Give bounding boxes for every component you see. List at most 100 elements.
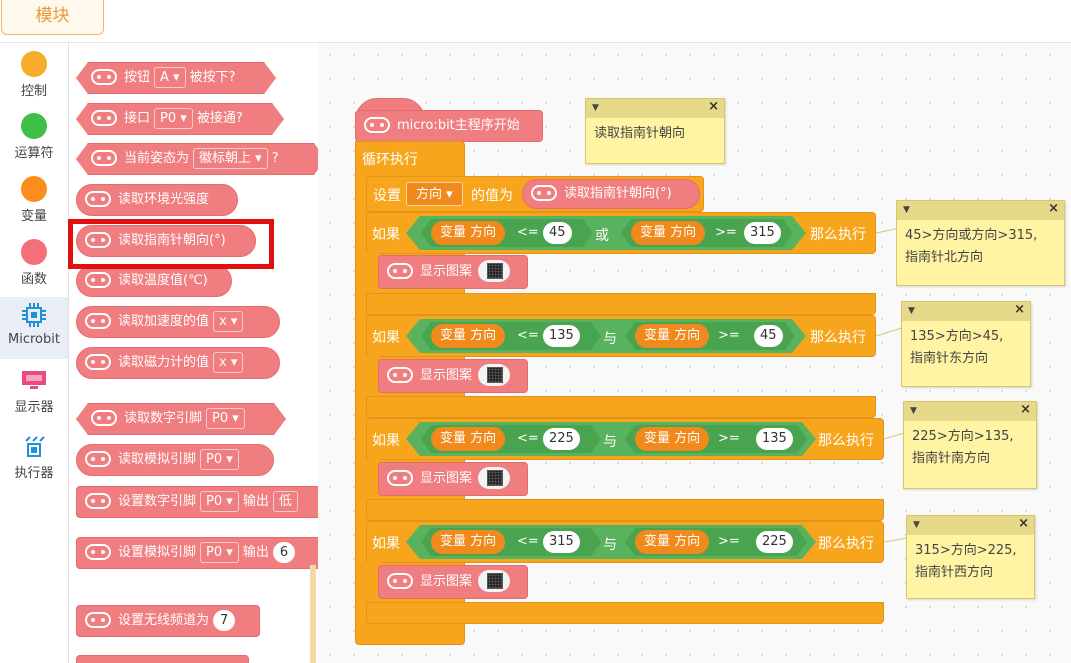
category-functions[interactable]: 函数 bbox=[0, 239, 68, 295]
comment-note[interactable]: ▼ × 读取指南针朝向 bbox=[585, 98, 725, 164]
collapse-icon[interactable]: ▼ bbox=[903, 205, 910, 215]
close-icon[interactable]: × bbox=[1014, 302, 1025, 317]
comment-note[interactable]: ▼ × 135>方向>45, 指南针东方向 bbox=[901, 301, 1031, 387]
block-acceleration[interactable]: 读取加速度的值 x ▾ bbox=[76, 306, 280, 338]
block-text: 读取加速度的值 bbox=[118, 314, 210, 329]
dropdown-value: 徽标朝上 bbox=[199, 151, 252, 166]
block-text: 设置无线频道为 bbox=[118, 613, 210, 628]
category-microbit[interactable]: Microbit bbox=[0, 297, 68, 359]
category-label: Microbit bbox=[8, 332, 60, 347]
microbit-icon bbox=[91, 69, 117, 85]
block-text: ? bbox=[271, 151, 279, 166]
code-workspace[interactable]: micro:bit主程序开始 循环执行 设置 方向 ▾ 的值为 读取指南针朝向(… bbox=[318, 43, 1071, 663]
comment-text[interactable]: 135>方向>45, 指南针东方向 bbox=[902, 321, 1030, 375]
button-dropdown[interactable]: A ▾ bbox=[154, 67, 186, 88]
microbit-chip-icon bbox=[22, 303, 46, 327]
block-analog-write[interactable]: 设置模拟引脚 P0 ▾ 输出 6 bbox=[76, 537, 318, 569]
pin-dropdown[interactable]: P0 ▾ bbox=[154, 108, 193, 129]
dropdown-value: x bbox=[219, 355, 227, 370]
comment-note[interactable]: ▼ × 45>方向或方向>315, 指南针北方向 bbox=[896, 200, 1065, 286]
block-text: 读取环境光强度 bbox=[118, 192, 210, 207]
block-partial[interactable] bbox=[76, 655, 249, 663]
pin-dropdown[interactable]: P0 ▾ bbox=[200, 542, 239, 563]
tab-modules[interactable]: 模块 bbox=[1, 0, 104, 35]
gesture-dropdown[interactable]: 徽标朝上 ▾ bbox=[193, 148, 268, 169]
block-text: 读取数字引脚 bbox=[124, 411, 203, 426]
category-label: 函数 bbox=[20, 272, 47, 287]
variables-icon bbox=[21, 176, 47, 202]
block-digital-write[interactable]: 设置数字引脚 P0 ▾ 输出低 bbox=[76, 486, 318, 518]
block-analog-read[interactable]: 读取模拟引脚 P0 ▾ bbox=[76, 444, 274, 476]
block-magnetometer[interactable]: 读取磁力计的值 x ▾ bbox=[76, 347, 280, 379]
block-text: 被接通? bbox=[196, 111, 243, 126]
top-bar: 模块 bbox=[0, 0, 1071, 43]
microbit-icon bbox=[85, 353, 111, 370]
axis-dropdown[interactable]: x ▾ bbox=[213, 352, 244, 373]
category-actuators[interactable]: 执行器 bbox=[0, 435, 68, 491]
comment-text[interactable]: 45>方向或方向>315, 指南针北方向 bbox=[897, 220, 1064, 274]
close-icon[interactable]: × bbox=[1048, 201, 1059, 216]
comment-text[interactable]: 读取指南针朝向 bbox=[586, 118, 724, 150]
block-temperature[interactable]: 读取温度值(℃) bbox=[76, 265, 232, 297]
microbit-icon bbox=[85, 271, 111, 288]
palette-scrollbar[interactable] bbox=[310, 565, 316, 663]
dropdown-value: P0 bbox=[160, 111, 177, 126]
comment-text[interactable]: 225>方向>135, 指南针南方向 bbox=[904, 421, 1036, 475]
block-text: 被按下? bbox=[189, 70, 236, 85]
dropdown-value: P0 bbox=[212, 411, 229, 426]
control-icon bbox=[21, 51, 47, 77]
highlight-box bbox=[68, 219, 274, 269]
dropdown-value: x bbox=[219, 314, 227, 329]
block-text: 按钮 bbox=[124, 70, 151, 85]
display-icon bbox=[22, 371, 46, 389]
block-radio-channel[interactable]: 设置无线频道为 7 bbox=[76, 605, 260, 637]
actuator-icon bbox=[25, 436, 45, 457]
block-light-level[interactable]: 读取环境光强度 bbox=[76, 184, 238, 216]
category-display[interactable]: 显示器 bbox=[0, 369, 68, 425]
block-text: 输出 bbox=[242, 494, 269, 509]
microbit-icon bbox=[85, 611, 111, 628]
pin-dropdown[interactable]: P0 ▾ bbox=[200, 491, 239, 512]
value-input[interactable]: 6 bbox=[272, 542, 296, 563]
collapse-icon[interactable]: ▼ bbox=[913, 520, 920, 530]
microbit-icon bbox=[85, 450, 111, 467]
close-icon[interactable]: × bbox=[1018, 516, 1029, 531]
category-label: 运算符 bbox=[14, 146, 54, 161]
comment-note[interactable]: ▼ × 315>方向>225, 指南针西方向 bbox=[906, 515, 1035, 599]
block-palette: 按钮 A ▾ 被按下? 接口 P0 ▾ 被接通? 当前姿态为 徽标朝上 ▾? 读取环境光强… bbox=[69, 43, 318, 663]
category-label: 显示器 bbox=[14, 400, 54, 415]
block-text: 当前姿态为 bbox=[124, 151, 190, 166]
category-label: 执行器 bbox=[14, 466, 54, 481]
microbit-icon bbox=[85, 312, 111, 329]
microbit-icon bbox=[91, 110, 117, 126]
dropdown-value: P0 bbox=[206, 452, 223, 467]
close-icon[interactable]: × bbox=[708, 99, 719, 114]
block-pin-connected[interactable]: 接口 P0 ▾ 被接通? bbox=[76, 103, 284, 135]
block-button-pressed[interactable]: 按钮 A ▾ 被按下? bbox=[76, 62, 276, 94]
microbit-icon bbox=[91, 150, 117, 166]
pin-dropdown[interactable]: P0 ▾ bbox=[200, 449, 239, 470]
dropdown-value: P0 bbox=[206, 545, 223, 560]
collapse-icon[interactable]: ▼ bbox=[910, 406, 917, 416]
comment-text[interactable]: 315>方向>225, 指南针西方向 bbox=[907, 535, 1034, 589]
category-variables[interactable]: 变量 bbox=[0, 176, 68, 232]
category-control[interactable]: 控制 bbox=[0, 51, 68, 107]
block-text: 读取温度值(℃) bbox=[118, 273, 208, 288]
comment-note[interactable]: ▼ × 225>方向>135, 指南针南方向 bbox=[903, 401, 1037, 489]
category-operators[interactable]: 运算符 bbox=[0, 113, 68, 169]
axis-dropdown[interactable]: x ▾ bbox=[213, 311, 244, 332]
category-label: 控制 bbox=[20, 84, 47, 99]
channel-input[interactable]: 7 bbox=[213, 610, 236, 631]
pin-dropdown[interactable]: P0 ▾ bbox=[206, 408, 245, 429]
dropdown-value: A bbox=[160, 70, 169, 85]
collapse-icon[interactable]: ▼ bbox=[908, 306, 915, 316]
close-icon[interactable]: × bbox=[1020, 402, 1031, 417]
block-gesture[interactable]: 当前姿态为 徽标朝上 ▾? bbox=[76, 143, 318, 175]
collapse-icon[interactable]: ▼ bbox=[592, 103, 599, 113]
microbit-icon bbox=[85, 492, 111, 509]
level-dropdown[interactable]: 低 bbox=[272, 491, 298, 512]
block-text: 接口 bbox=[124, 111, 151, 126]
category-sidebar: 控制 运算符 变量 函数 Microbit 显示器 执行器 bbox=[0, 43, 69, 663]
block-digital-read[interactable]: 读取数字引脚 P0 ▾ bbox=[76, 403, 286, 435]
microbit-icon bbox=[85, 190, 111, 207]
